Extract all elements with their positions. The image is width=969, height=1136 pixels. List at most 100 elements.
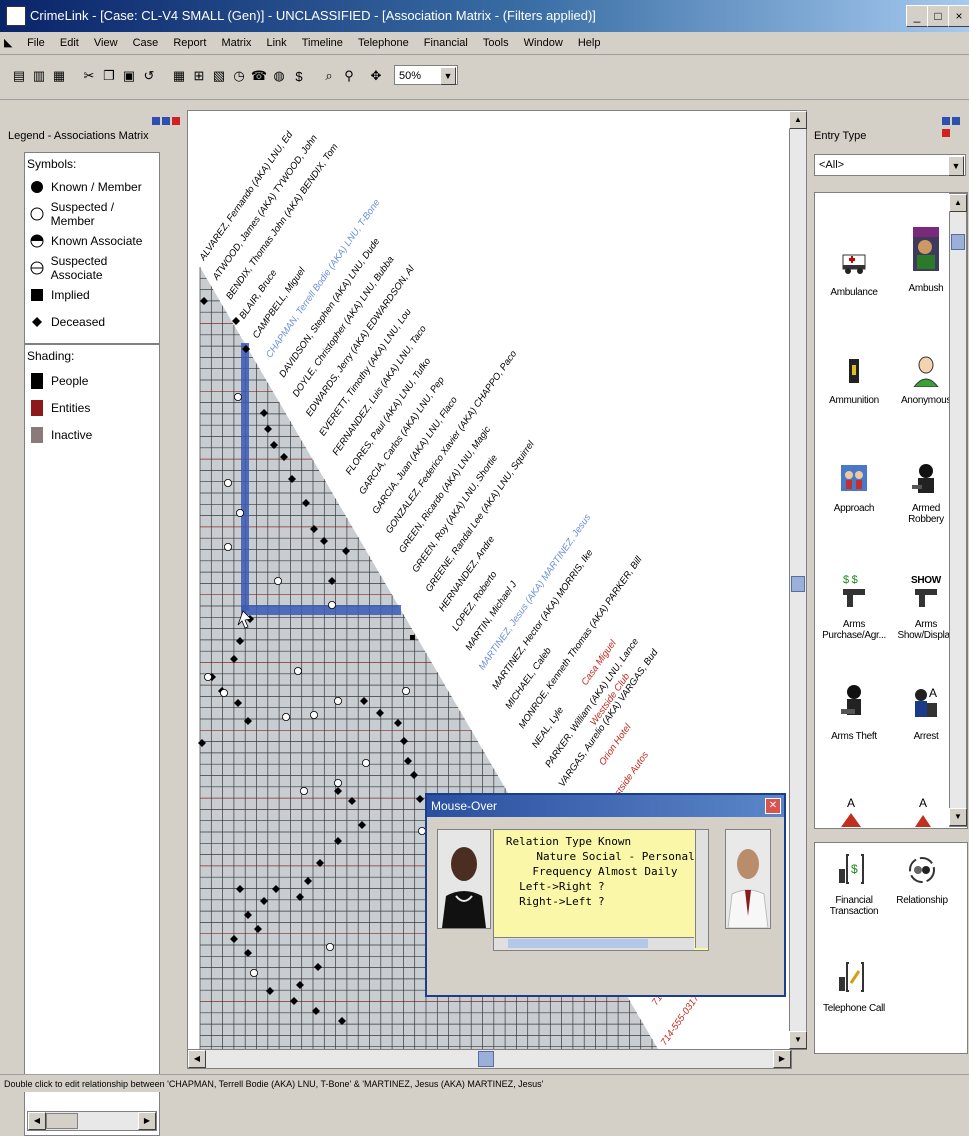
financial-icon[interactable]: $	[288, 65, 310, 87]
association-open-mark	[401, 687, 410, 696]
timeline-icon[interactable]: ◷	[228, 65, 250, 87]
entry-vscroll[interactable]: ▲ ▼	[949, 193, 967, 827]
pin-icon[interactable]	[152, 117, 160, 125]
entry-ambulance[interactable]: Ambulance	[821, 245, 887, 298]
entry-type-title: Entry Type	[814, 130, 867, 142]
menu-timeline[interactable]: Timeline	[296, 32, 349, 54]
menu-report[interactable]: Report	[167, 32, 212, 54]
close-icon[interactable]	[942, 129, 950, 137]
svg-text:$: $	[851, 862, 858, 876]
legend-row-people: People	[25, 367, 159, 394]
legend-hscroll[interactable]: ◀ ▶	[27, 1111, 157, 1131]
menu-telephone[interactable]: Telephone	[352, 32, 415, 54]
details-vscroll[interactable]	[695, 830, 708, 948]
open-icon[interactable]: ▥	[28, 65, 50, 87]
menu-tools[interactable]: Tools	[477, 32, 515, 54]
association-open-mark	[294, 667, 303, 676]
matrix-icon[interactable]: ▦	[168, 65, 190, 87]
new-icon[interactable]: ▤	[8, 65, 30, 87]
globe-icon[interactable]: ◍	[268, 65, 290, 87]
association-open-mark	[250, 969, 259, 978]
scroll-up-icon[interactable]: ▲	[949, 194, 967, 212]
highlight-column	[241, 343, 249, 611]
restore-icon[interactable]	[952, 117, 960, 125]
legend-label: Deceased	[51, 314, 106, 329]
telephone-icon[interactable]: ☎	[248, 65, 270, 87]
association-open-mark	[361, 759, 370, 768]
pointer-icon[interactable]: ✥	[365, 65, 387, 87]
close-icon[interactable]: ✕	[765, 798, 781, 814]
maximize-button[interactable]: □	[927, 5, 949, 27]
chevron-down-icon[interactable]: ▼	[440, 67, 456, 85]
menu-financial[interactable]: Financial	[418, 32, 474, 54]
legend-label: People	[51, 373, 89, 388]
svg-text:$ $: $ $	[843, 574, 858, 586]
matrix-vscroll[interactable]: ▲ ▼	[789, 110, 807, 1050]
left-person-photo	[437, 829, 491, 929]
find-icon[interactable]: ⌕	[318, 65, 340, 87]
entry-ammunition[interactable]: Ammunition	[821, 353, 887, 406]
restore-icon[interactable]	[162, 117, 170, 125]
menu-case[interactable]: Case	[127, 32, 165, 54]
entry-label: Arms Theft	[831, 731, 877, 742]
field-label: Nature	[536, 850, 577, 863]
menu-matrix[interactable]: Matrix	[215, 32, 257, 54]
menu-window[interactable]: Window	[518, 32, 569, 54]
link-relationship[interactable]: Relationship	[889, 853, 955, 906]
zoom-select[interactable]: 50% ▼	[394, 65, 458, 85]
menu-link[interactable]: Link	[260, 32, 292, 54]
people-swatch	[29, 372, 45, 389]
scroll-down-icon[interactable]: ▼	[949, 808, 967, 826]
link-telephone-call[interactable]: Telephone Call	[821, 961, 887, 1014]
cut-icon[interactable]: ✂	[78, 65, 100, 87]
scroll-down-icon[interactable]: ▼	[789, 1031, 807, 1049]
minimize-button[interactable]: _	[906, 5, 928, 27]
scroll-thumb[interactable]	[951, 234, 965, 250]
entry-arms-theft[interactable]: Arms Theft	[821, 683, 887, 742]
field-label: Frequency	[532, 865, 592, 878]
anonymous-icon	[909, 353, 943, 388]
scroll-thumb[interactable]	[791, 576, 805, 592]
crossed-circle-icon	[29, 260, 45, 276]
scroll-right-icon[interactable]: ▶	[773, 1050, 791, 1068]
scroll-right-icon[interactable]: ▶	[138, 1112, 156, 1130]
scroll-up-icon[interactable]: ▲	[789, 111, 807, 129]
window-title: CrimeLink - [Case: CL-V4 SMALL (Gen)] - …	[30, 8, 596, 23]
mouse-over-popup: Mouse-Over ✕ Relation Type Known Nature So…	[425, 793, 786, 997]
report-icon[interactable]: ▧	[208, 65, 230, 87]
details-hscroll[interactable]	[494, 937, 694, 950]
menu-view[interactable]: View	[88, 32, 124, 54]
chevron-down-icon[interactable]: ▼	[948, 156, 964, 176]
undo-icon[interactable]: ↺	[138, 65, 160, 87]
scroll-left-icon[interactable]: ◀	[28, 1112, 46, 1130]
relationship-details: Relation Type Known Nature Social - Person…	[493, 829, 709, 951]
scroll-thumb[interactable]	[478, 1051, 494, 1067]
copy-icon[interactable]: ❐	[98, 65, 120, 87]
inactive-swatch	[29, 426, 45, 443]
menu-edit[interactable]: Edit	[54, 32, 85, 54]
close-icon[interactable]	[172, 117, 180, 125]
link-financial-transaction[interactable]: $ Financial Transaction	[821, 853, 887, 917]
scroll-thumb[interactable]	[46, 1113, 78, 1129]
link-chart-icon[interactable]: ⊞	[188, 65, 210, 87]
scroll-thumb[interactable]	[508, 939, 648, 948]
entry-arms-purchase[interactable]: $ $ Arms Purchase/Agr...	[821, 571, 887, 641]
scroll-left-icon[interactable]: ◀	[188, 1050, 206, 1068]
paste-icon[interactable]: ▣	[118, 65, 140, 87]
arms-theft-icon	[837, 683, 871, 723]
print-icon[interactable]: ▦	[48, 65, 70, 87]
pin-icon[interactable]	[942, 117, 950, 125]
open-circle-icon	[29, 206, 45, 222]
close-button[interactable]: ×	[948, 5, 969, 27]
menu-help[interactable]: Help	[572, 32, 607, 54]
entry-approach[interactable]: Approach	[821, 461, 887, 514]
entry-label: Arrest	[913, 731, 939, 742]
matrix-hscroll[interactable]: ◀ ▶	[187, 1049, 792, 1069]
entry-type-select[interactable]: <All> ▼	[814, 154, 966, 176]
financial-transaction-icon: $	[837, 853, 871, 887]
entry-label: Financial Transaction	[829, 895, 879, 917]
arms-show-icon: SHOW	[909, 571, 943, 611]
menu-file[interactable]: File	[21, 32, 51, 54]
filter-icon[interactable]: ⚲	[338, 65, 360, 87]
entry-label: Ammunition	[829, 395, 879, 406]
